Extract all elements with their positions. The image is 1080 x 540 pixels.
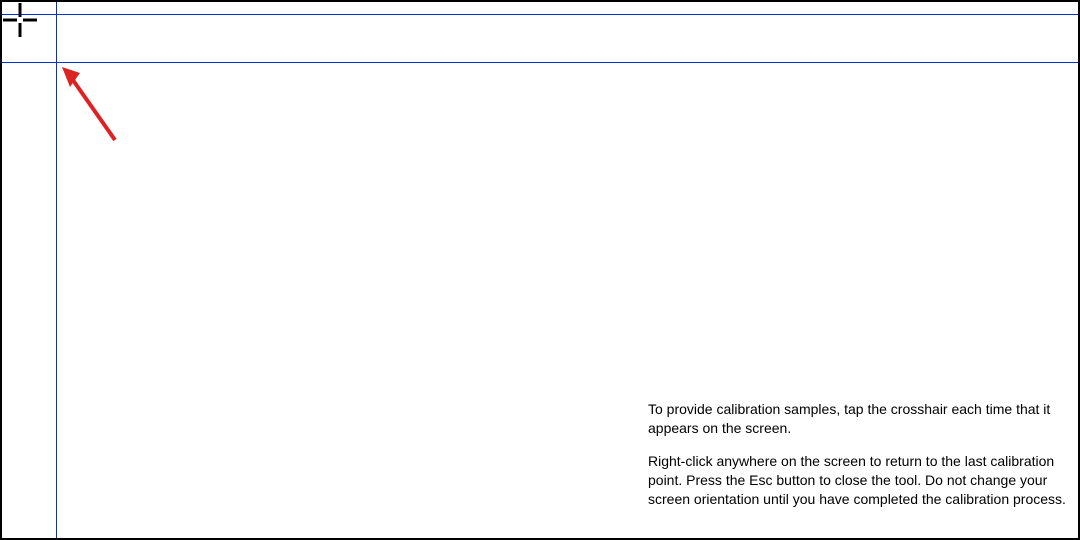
instruction-paragraph: To provide calibration samples, tap the … bbox=[648, 400, 1074, 438]
grid-line-horizontal bbox=[2, 62, 1078, 63]
grid-line-vertical bbox=[56, 2, 57, 538]
annotation-arrow-icon bbox=[60, 65, 120, 145]
calibration-instructions: To provide calibration samples, tap the … bbox=[648, 400, 1074, 522]
instruction-paragraph: Right-click anywhere on the screen to re… bbox=[648, 452, 1074, 509]
calibration-screen[interactable]: To provide calibration samples, tap the … bbox=[0, 0, 1080, 540]
grid-line-horizontal bbox=[2, 14, 1078, 15]
calibration-crosshair-target[interactable] bbox=[7, 7, 33, 33]
crosshair-center-gap bbox=[17, 17, 23, 23]
